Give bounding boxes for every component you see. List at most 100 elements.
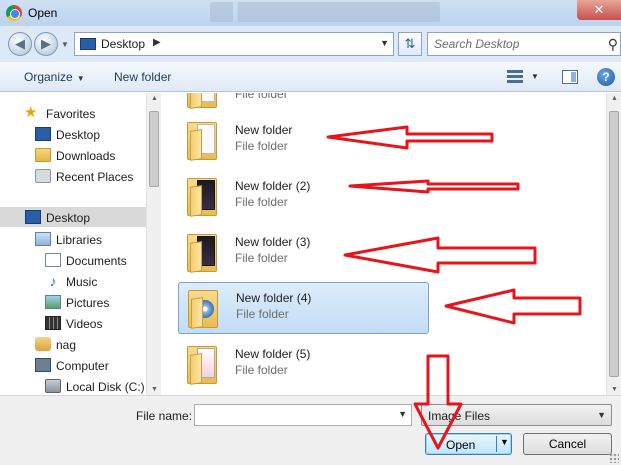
address-dropdown-icon[interactable]: ▼: [380, 38, 389, 48]
scroll-up-icon[interactable]: ▲: [611, 95, 618, 102]
sidebar-item-downloads[interactable]: Downloads: [0, 145, 146, 165]
sidebar-item-label: Videos: [66, 317, 103, 331]
list-item-new-folder-5[interactable]: New folder (5) File folder: [178, 339, 429, 391]
background-window-ghost: [210, 2, 440, 22]
folder-icon: [188, 286, 222, 330]
sidebar-item-label: Recent Places: [56, 170, 134, 184]
file-name-label: File name:: [136, 409, 193, 423]
sidebar-item-pictures[interactable]: Pictures: [0, 292, 146, 312]
sidebar-item-desktop[interactable]: Desktop: [0, 207, 146, 227]
file-type: File folder: [235, 93, 288, 101]
desktop-icon: [35, 127, 51, 141]
search-input[interactable]: [434, 37, 594, 51]
resize-grip[interactable]: [609, 453, 619, 463]
address-path[interactable]: Desktop: [101, 37, 145, 51]
sidebar-item-videos[interactable]: Videos: [0, 313, 146, 333]
recent-places-icon: [35, 169, 51, 183]
file-type-select[interactable]: Image Files ▼: [421, 404, 612, 426]
scrollbar-thumb[interactable]: [149, 111, 159, 187]
sidebar-item-music[interactable]: ♪ Music: [0, 271, 146, 291]
list-item-new-folder-4[interactable]: New folder (4) File folder: [178, 282, 429, 334]
sidebar-item-favorites[interactable]: ★ Favorites: [0, 103, 146, 123]
file-name-dropdown-icon[interactable]: ▼: [398, 409, 407, 419]
list-item-new-folder-3[interactable]: New folder (3) File folder: [178, 227, 429, 279]
sidebar-item-label: nag: [56, 338, 77, 352]
sidebar-item-recent-places[interactable]: Recent Places: [0, 166, 146, 186]
address-bar-row: ◀ ▶ ▼ Desktop ▶ ▼ ⇅ ⚲: [0, 26, 621, 62]
preview-pane-icon[interactable]: [562, 70, 578, 84]
close-window-button[interactable]: ✕: [577, 0, 621, 20]
sidebar-item-desktop-favorite[interactable]: Desktop: [0, 124, 146, 144]
scroll-up-icon[interactable]: ▲: [151, 95, 158, 102]
sidebar-item-nag[interactable]: nag: [0, 334, 146, 354]
file-name-combobox[interactable]: ▼: [194, 404, 412, 426]
command-bar: Organize ▼ New folder ▼ ?: [0, 62, 621, 92]
desktop-icon: [25, 210, 41, 224]
list-item-new-folder[interactable]: New folder File folder: [178, 115, 429, 167]
music-icon: ♪: [49, 273, 57, 289]
cancel-button[interactable]: Cancel: [523, 433, 612, 455]
folder-icon: [187, 342, 221, 386]
sidebar-item-label: Desktop: [56, 128, 101, 142]
search-icon[interactable]: ⚲: [608, 36, 618, 53]
address-bar[interactable]: Desktop ▶ ▼: [74, 32, 394, 56]
open-button[interactable]: Open ▼: [425, 433, 512, 455]
split-divider: [496, 436, 497, 452]
recent-locations-dropdown[interactable]: ▼: [61, 40, 69, 49]
file-name: New folder (4): [236, 291, 312, 305]
sidebar-item-documents[interactable]: Documents: [0, 250, 146, 270]
file-name: New folder (5): [235, 347, 311, 361]
breadcrumb-chevron-icon[interactable]: ▶: [153, 37, 161, 48]
scroll-down-icon[interactable]: ▼: [151, 386, 158, 393]
scrollbar-thumb[interactable]: [609, 111, 619, 377]
sidebar-item-libraries[interactable]: Libraries: [0, 229, 146, 249]
computer-icon: [35, 358, 51, 372]
file-type: File folder: [235, 251, 288, 265]
change-view-icon[interactable]: [507, 70, 523, 84]
file-name: New folder: [235, 123, 293, 137]
sidebar-item-local-disk[interactable]: Local Disk (C:): [0, 376, 146, 396]
sidebar-item-label: Computer: [56, 359, 109, 373]
title-bar: Open ✕: [0, 0, 621, 26]
refresh-button[interactable]: ⇅: [398, 32, 422, 56]
desktop-icon: [80, 38, 96, 50]
scroll-down-icon[interactable]: ▼: [611, 386, 618, 393]
file-list: File folder New folder File folder New f…: [163, 93, 606, 395]
videos-icon: [45, 316, 61, 330]
folder-icon: [187, 93, 221, 110]
sidebar-item-label: Local Disk (C:): [66, 380, 145, 394]
organize-button[interactable]: Organize ▼: [24, 70, 85, 84]
navigation-scrollbar[interactable]: ▲ ▼: [146, 93, 161, 395]
list-item-partial[interactable]: File folder: [178, 93, 429, 115]
folder-icon: [187, 174, 221, 218]
open-button-label: Open: [446, 438, 476, 452]
file-type: File folder: [235, 195, 288, 209]
sidebar-item-computer[interactable]: Computer: [0, 355, 146, 375]
chevron-down-icon: ▼: [76, 74, 85, 83]
open-options-dropdown-icon[interactable]: ▼: [500, 437, 509, 447]
view-options-dropdown-icon[interactable]: ▼: [531, 72, 539, 81]
sidebar-item-label: Music: [66, 275, 98, 289]
local-disk-icon: [45, 379, 61, 393]
pictures-icon: [45, 295, 61, 309]
navigation-pane: ★ Favorites Desktop Downloads Recent Pla…: [0, 93, 161, 395]
file-list-scrollbar[interactable]: ▲ ▼: [606, 93, 621, 395]
window-title: Open: [28, 6, 58, 20]
help-icon[interactable]: ?: [597, 68, 615, 86]
new-folder-button[interactable]: New folder: [114, 70, 171, 84]
chevron-down-icon[interactable]: ▼: [597, 410, 606, 420]
bottom-panel: File name: ▼ Image Files ▼ Open ▼ Cancel: [0, 395, 621, 465]
sidebar-item-label: Documents: [66, 254, 127, 268]
chrome-app-icon: [6, 5, 22, 21]
libraries-icon: [35, 232, 51, 246]
forward-button[interactable]: ▶: [34, 32, 58, 56]
folder-icon: [187, 230, 221, 274]
list-item-new-folder-2[interactable]: New folder (2) File folder: [178, 171, 429, 223]
sidebar-item-label: Libraries: [56, 233, 103, 247]
search-box[interactable]: ⚲: [427, 32, 621, 56]
back-button[interactable]: ◀: [8, 32, 32, 56]
file-type-value: Image Files: [428, 409, 491, 423]
sidebar-item-label: Desktop: [46, 211, 91, 225]
file-name-input[interactable]: [195, 405, 391, 425]
documents-icon: [45, 253, 61, 267]
